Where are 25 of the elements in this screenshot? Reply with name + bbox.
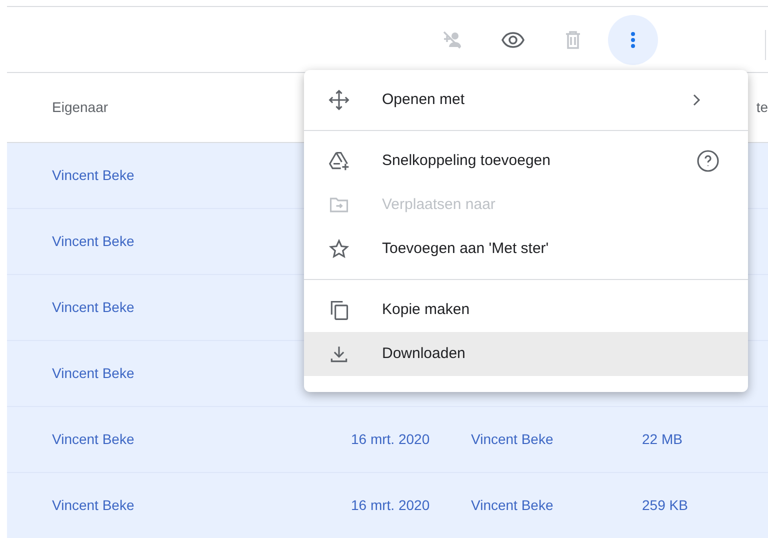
modified-by-cell-text: Vincent Beke <box>471 496 554 515</box>
menu-item[interactable]: Downloaden <box>304 332 748 376</box>
modified-by-cell-text: Vincent Beke <box>471 430 554 449</box>
size-cell-text: 22 MB <box>642 430 682 449</box>
owner-cell: Vincent Beke <box>52 365 134 381</box>
owner-cell: Vincent Beke <box>52 167 134 183</box>
date-cell-text: 16 mrt. 2020 <box>351 430 431 449</box>
drive-plus-icon <box>328 150 350 172</box>
menu-item[interactable]: Toevoegen aan 'Met ster' <box>304 227 748 271</box>
column-header[interactable]: Eigenaar <box>52 97 108 118</box>
owner-cell: Vincent Beke <box>52 431 134 447</box>
menu-item[interactable]: Openen met <box>304 78 748 122</box>
owner-cell: Vincent Beke <box>52 299 134 315</box>
owner-cell: Vincent Beke <box>52 497 134 513</box>
move-arrows-icon <box>328 89 350 111</box>
star-icon <box>328 238 350 260</box>
help-icon[interactable] <box>696 149 720 173</box>
date-cell-text: 16 mrt. 2020 <box>351 496 431 515</box>
size-cell-text: 259 KB <box>642 496 688 515</box>
more-vertical-icon <box>630 30 636 48</box>
column-header[interactable]: te <box>756 97 768 118</box>
menu-item[interactable]: Snelkoppeling toevoegen <box>304 139 748 183</box>
owner-cell: Vincent Beke <box>52 233 134 249</box>
menu-item[interactable]: Kopie maken <box>304 288 748 332</box>
copy-icon <box>328 299 350 321</box>
